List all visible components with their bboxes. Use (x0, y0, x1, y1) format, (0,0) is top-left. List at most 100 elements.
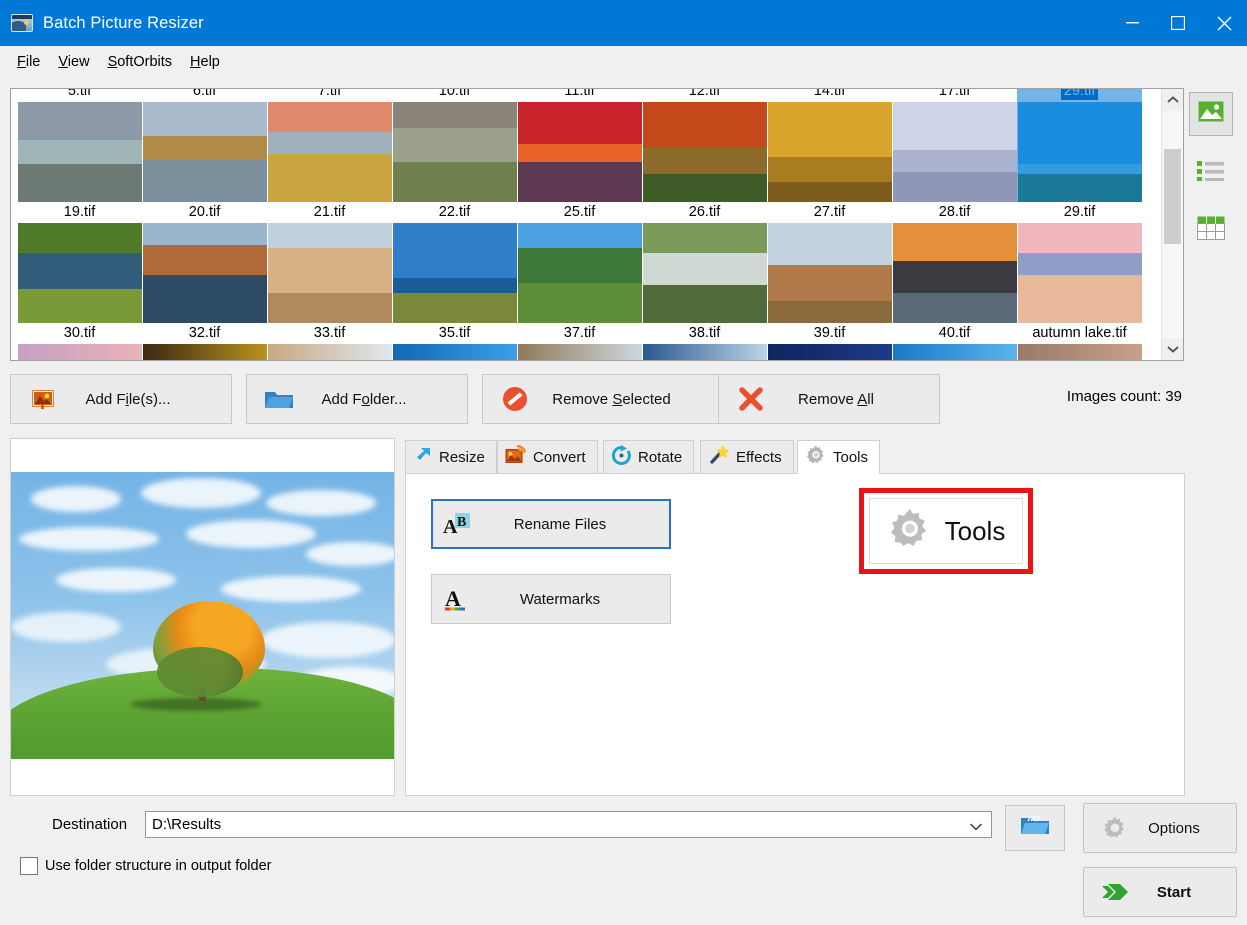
tab-convert[interactable]: Convert (497, 440, 598, 474)
list-item[interactable]: 27.tif (767, 202, 892, 323)
view-mode-table[interactable] (1189, 208, 1233, 252)
list-item[interactable]: 35.tif (392, 323, 517, 360)
images-count-label: Images count: 39 (1066, 388, 1182, 405)
browse-folder-button[interactable] (1005, 805, 1065, 851)
thumb-image[interactable] (392, 102, 517, 202)
list-item[interactable]: 29.tif (1017, 202, 1142, 323)
thumb-image[interactable] (17, 102, 142, 202)
scroll-down-icon[interactable] (1162, 338, 1183, 360)
list-item[interactable]: 10.tif (392, 89, 517, 202)
thumb-label: 14.tif (813, 89, 846, 99)
thumb-image[interactable] (642, 223, 767, 323)
list-item[interactable]: 5.tif (17, 89, 142, 202)
list-item[interactable]: 19.tif (17, 202, 142, 323)
view-mode-thumbnail[interactable] (1189, 92, 1233, 136)
tab-rotate[interactable]: Rotate (603, 440, 695, 474)
scrollbar-thumb[interactable] (1164, 149, 1181, 244)
list-item[interactable]: 25.tif (517, 202, 642, 323)
tab-resize[interactable]: Resize (405, 440, 497, 474)
maximize-icon[interactable] (1155, 0, 1201, 46)
thumb-image[interactable] (17, 344, 142, 360)
view-mode-list[interactable] (1189, 150, 1233, 194)
menu-help[interactable]: Help (181, 51, 229, 73)
list-item[interactable]: 26.tif (642, 202, 767, 323)
thumb-image[interactable] (517, 223, 642, 323)
minimize-icon[interactable] (1109, 0, 1155, 46)
list-item[interactable]: 6.tif (142, 89, 267, 202)
tab-effects-label: Effects (736, 448, 782, 466)
thumb-image[interactable] (392, 344, 517, 360)
menu-softorbits[interactable]: SoftOrbits (99, 51, 181, 73)
thumbnail-row: 19.tif 20.tif 21.tif 22.tif 25.tif 26.ti… (11, 202, 1161, 323)
thumb-image[interactable] (267, 102, 392, 202)
scroll-up-icon[interactable] (1162, 89, 1183, 111)
list-item[interactable]: 20.tif (142, 202, 267, 323)
remove-all-label: Remove All (798, 390, 874, 408)
thumb-image[interactable] (767, 102, 892, 202)
thumb-image[interactable] (267, 223, 392, 323)
thumb-image[interactable] (1017, 344, 1142, 360)
thumb-image[interactable] (1017, 102, 1142, 202)
list-item[interactable]: 22.tif (392, 202, 517, 323)
thumb-image[interactable] (517, 102, 642, 202)
thumbnail-list-panel[interactable]: 5.tif 6.tif 7.tif 10.tif 11.tif 12.tif 1… (10, 88, 1184, 361)
thumb-image[interactable] (767, 344, 892, 360)
tab-tools[interactable]: Tools (797, 440, 881, 474)
list-item[interactable]: 21.tif (267, 202, 392, 323)
remove-selected-button[interactable]: Remove Selected (482, 374, 727, 424)
thumb-image[interactable] (892, 344, 1017, 360)
remove-all-button[interactable]: Remove All (718, 374, 940, 424)
options-button[interactable]: Options (1083, 803, 1237, 853)
thumb-image[interactable] (267, 344, 392, 360)
list-item-selected[interactable]: 29.tif (1017, 89, 1142, 202)
thumb-image[interactable] (892, 223, 1017, 323)
watermarks-label: Watermarks (519, 590, 601, 608)
start-button[interactable]: Start (1083, 867, 1237, 917)
use-folder-structure-checkbox[interactable] (20, 857, 38, 875)
list-item[interactable]: 11.tif (517, 89, 642, 202)
list-item[interactable]: 37.tif (517, 323, 642, 360)
thumb-image[interactable] (17, 223, 142, 323)
remove-selected-label: Remove Selected (552, 390, 671, 408)
thumb-image[interactable] (517, 344, 642, 360)
chevron-down-icon[interactable] (969, 819, 983, 836)
thumb-image[interactable] (892, 102, 1017, 202)
list-item[interactable]: 40.tif (892, 323, 1017, 360)
list-item[interactable]: 33.tif (267, 323, 392, 360)
menu-file[interactable]: File (8, 51, 49, 73)
menu-view[interactable]: View (49, 51, 98, 73)
watermarks-button[interactable]: A Watermarks (431, 574, 671, 624)
list-item[interactable]: 7.tif (267, 89, 392, 202)
list-item[interactable]: 32.tif (142, 323, 267, 360)
list-item[interactable]: 12.tif (642, 89, 767, 202)
list-item[interactable]: 17.tif (892, 89, 1017, 202)
thumb-image[interactable] (642, 102, 767, 202)
thumb-image[interactable] (1017, 223, 1142, 323)
use-folder-structure-row[interactable]: Use folder structure in output folder (20, 857, 271, 875)
list-item[interactable]: 39.tif (767, 323, 892, 360)
thumb-image[interactable] (767, 223, 892, 323)
list-item[interactable]: 28.tif (892, 202, 1017, 323)
destination-input[interactable]: D:\Results (145, 811, 992, 838)
preview-image (11, 472, 394, 759)
tab-effects[interactable]: Effects (700, 440, 794, 474)
list-item[interactable]: 30.tif (17, 323, 142, 360)
thumb-image[interactable] (142, 344, 267, 360)
add-folder-button[interactable]: Add Folder... (246, 374, 468, 424)
add-files-button[interactable]: Add File(s)... (10, 374, 232, 424)
no-entry-icon (493, 386, 537, 412)
thumb-image[interactable] (142, 102, 267, 202)
list-item[interactable]: autumn lake.tif (1017, 323, 1142, 360)
thumb-label: 30.tif (63, 325, 96, 341)
list-item[interactable]: 14.tif (767, 89, 892, 202)
thumb-image[interactable] (642, 344, 767, 360)
thumb-image[interactable] (392, 223, 517, 323)
grid-icon (1197, 216, 1225, 245)
list-item[interactable]: 38.tif (642, 323, 767, 360)
close-icon[interactable] (1201, 0, 1247, 46)
rename-files-button[interactable]: A B Rename Files (431, 499, 671, 549)
thumbnail-scrollbar[interactable] (1161, 89, 1183, 360)
tools-callout-label: Tools (944, 515, 1006, 546)
tools-callout-inner[interactable]: Tools (869, 498, 1023, 564)
thumb-image[interactable] (142, 223, 267, 323)
